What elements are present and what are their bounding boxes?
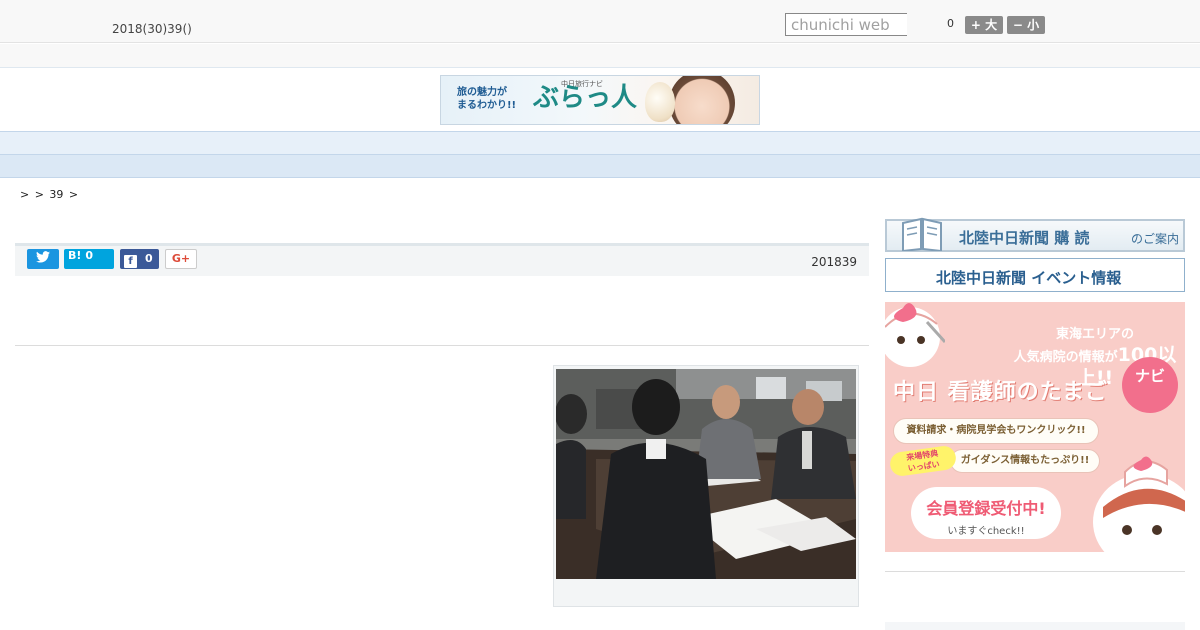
travel-navi-banner[interactable]: 旅の魅力が まるわかり!! 中日旅行ナビ ぶらっ人	[440, 75, 760, 125]
main-nav	[0, 131, 1200, 155]
article-photo[interactable]	[556, 369, 856, 579]
ad-title: 中日 看護師のたまご	[893, 380, 1108, 405]
font-smaller-button[interactable]: − 小	[1007, 16, 1045, 34]
header-date: 2018(30)39()	[112, 22, 192, 36]
hatena-icon: B!	[68, 249, 82, 262]
banner-model-image	[669, 76, 735, 124]
ad-feature-1: 資料請求・病院見学会もワンクリック!!	[893, 418, 1099, 444]
sidebar-separator	[885, 571, 1185, 572]
top-bar: 2018(30)39() 0 + 大 − 小	[0, 0, 1200, 43]
hatena-count: 0	[85, 249, 94, 262]
publish-date: 201839	[811, 255, 857, 269]
sub-nav	[0, 155, 1200, 178]
event-info-label: 北陸中日新聞 イベント情報	[936, 269, 1122, 287]
facebook-icon: f	[124, 255, 137, 268]
banner-shell-image	[645, 82, 675, 122]
twitter-share-button[interactable]	[27, 249, 59, 269]
nurse-egg-character-illustration	[1093, 456, 1185, 552]
event-info-button[interactable]: 北陸中日新聞 イベント情報	[885, 258, 1185, 292]
subscribe-guide-button[interactable]: 北陸中日新聞 購 読 のご案内	[885, 217, 1185, 252]
search-input[interactable]	[785, 13, 907, 36]
share-bar: B! 0 f0 G+ 201839	[15, 246, 869, 276]
sidebar-bottom-block	[885, 622, 1185, 630]
breadcrumb[interactable]: > > 39 >	[20, 188, 78, 201]
hatena-bookmark-button[interactable]: B! 0	[64, 249, 114, 269]
ad-navi-badge: ナビ	[1122, 357, 1178, 413]
banner-logo: ぶらっ人	[533, 83, 638, 113]
facebook-count: 0	[145, 252, 153, 265]
banner-copy: 旅の魅力が まるわかり!!	[457, 87, 517, 111]
nurse-navi-ad[interactable]: 東海エリアの 人気病院の情報が100以上!! 中日 看護師のたまご ナビ 資料請…	[885, 302, 1185, 552]
subscribe-title: 北陸中日新聞 購 読	[959, 229, 1090, 247]
facebook-share-button[interactable]: f0	[120, 249, 159, 269]
nurse-character-illustration	[885, 303, 945, 367]
ad-feature-2: ガイダンス情報もたっぷり!!	[950, 449, 1100, 473]
article-photo-frame	[553, 365, 859, 607]
font-size-counter: 0	[947, 17, 954, 30]
subscribe-suffix: のご案内	[1131, 232, 1180, 246]
article-separator	[15, 345, 869, 346]
google-plus-share-button[interactable]: G+	[165, 249, 197, 269]
book-icon	[902, 217, 942, 251]
ad-bonus-tag: 来場特典 いっぱい	[888, 444, 958, 478]
header-strip	[0, 44, 1200, 68]
ad-register-cta: 会員登録受付中! いますぐcheck!!	[911, 487, 1061, 539]
font-larger-button[interactable]: + 大	[965, 16, 1003, 34]
twitter-icon	[36, 251, 50, 263]
